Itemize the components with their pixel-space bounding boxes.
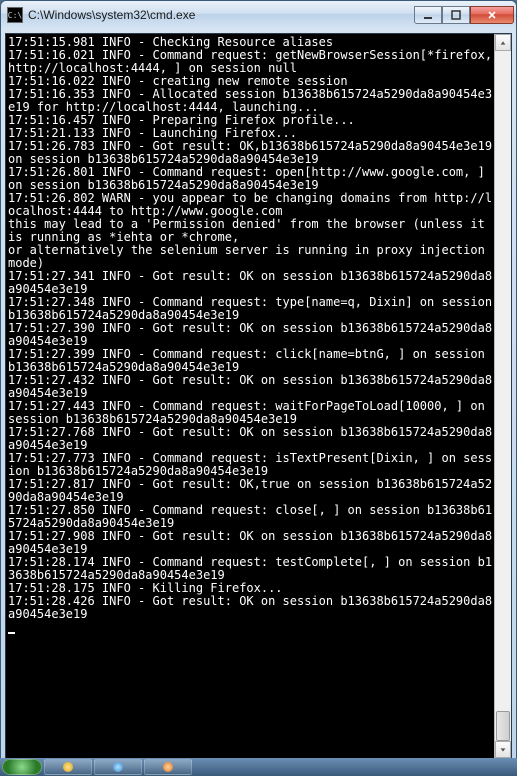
minimize-button[interactable] xyxy=(414,6,442,24)
client-area: 17:51:15.981 INFO - Checking Resource al… xyxy=(5,33,512,759)
scroll-up-button[interactable] xyxy=(495,34,511,51)
console-output: 17:51:15.981 INFO - Checking Resource al… xyxy=(6,34,494,636)
taskbar-item[interactable] xyxy=(94,759,142,775)
console-line: 17:51:28.174 INFO - Command request: tes… xyxy=(8,556,494,582)
console-line: 17:51:27.908 INFO - Got result: OK on se… xyxy=(8,530,494,556)
taskbar-item[interactable] xyxy=(144,759,192,775)
titlebar[interactable]: C:\ C:\Windows\system32\cmd.exe xyxy=(1,1,516,29)
scroll-down-button[interactable] xyxy=(495,741,511,758)
console-line: this may lead to a 'Permission denied' f… xyxy=(8,218,494,244)
taskbar[interactable] xyxy=(0,758,517,776)
cmd-window: C:\ C:\Windows\system32\cmd.exe 17:51:15… xyxy=(0,0,517,760)
chevron-down-icon xyxy=(499,746,507,754)
maximize-button[interactable] xyxy=(442,6,470,24)
console-line: 17:51:27.773 INFO - Command request: isT… xyxy=(8,452,494,478)
console-line: 17:51:27.348 INFO - Command request: typ… xyxy=(8,296,494,322)
app-icon xyxy=(163,762,173,772)
console-line: 17:51:27.850 INFO - Command request: clo… xyxy=(8,504,494,530)
console-line: 17:51:26.802 WARN - you appear to be cha… xyxy=(8,192,494,218)
console-line: 17:51:27.768 INFO - Got result: OK on se… xyxy=(8,426,494,452)
console-line: 17:51:26.783 INFO - Got result: OK,b1363… xyxy=(8,140,494,166)
console-line: 17:51:16.353 INFO - Allocated session b1… xyxy=(8,88,494,114)
scrollbar-track[interactable] xyxy=(495,51,511,741)
console-line: 17:51:27.817 INFO - Got result: OK,true … xyxy=(8,478,494,504)
console-line: 17:51:27.399 INFO - Command request: cli… xyxy=(8,348,494,374)
console-line: 17:51:27.341 INFO - Got result: OK on se… xyxy=(8,270,494,296)
cursor xyxy=(8,632,15,634)
maximize-icon xyxy=(451,10,461,20)
console-line: 17:51:26.801 INFO - Command request: ope… xyxy=(8,166,494,192)
taskbar-item[interactable] xyxy=(44,759,92,775)
console-line: 17:51:28.426 INFO - Got result: OK on se… xyxy=(8,595,494,621)
cmd-icon: C:\ xyxy=(7,7,23,23)
vertical-scrollbar[interactable] xyxy=(494,34,511,758)
app-icon xyxy=(113,762,123,772)
folder-icon xyxy=(63,762,73,772)
console-line: 17:51:16.021 INFO - Command request: get… xyxy=(8,49,494,75)
minimize-icon xyxy=(423,10,433,20)
chevron-up-icon xyxy=(499,39,507,47)
window-buttons xyxy=(414,6,514,24)
console-line: 17:51:27.432 INFO - Got result: OK on se… xyxy=(8,374,494,400)
window-title: C:\Windows\system32\cmd.exe xyxy=(28,8,414,22)
close-button[interactable] xyxy=(470,6,514,24)
close-icon xyxy=(487,10,497,20)
scrollbar-thumb[interactable] xyxy=(496,711,510,741)
start-button[interactable] xyxy=(2,759,42,775)
console-line: 17:51:27.390 INFO - Got result: OK on se… xyxy=(8,322,494,348)
console-line: or alternatively the selenium server is … xyxy=(8,244,494,270)
console-line: 17:51:27.443 INFO - Command request: wai… xyxy=(8,400,494,426)
